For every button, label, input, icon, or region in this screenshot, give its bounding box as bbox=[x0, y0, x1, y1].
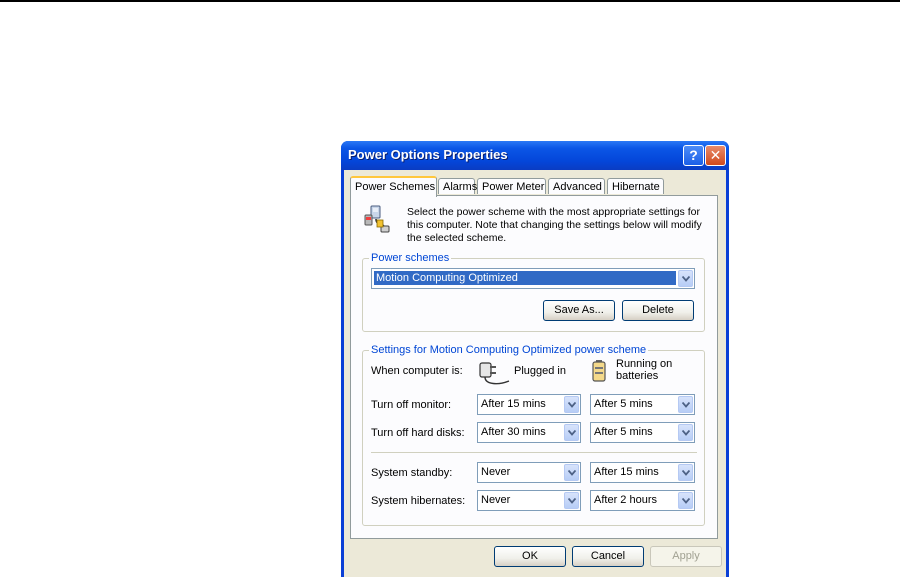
battery-icon bbox=[592, 360, 606, 382]
chevron-down-icon[interactable] bbox=[678, 396, 693, 413]
help-button[interactable]: ? bbox=[683, 145, 704, 166]
chevron-down-icon[interactable] bbox=[678, 464, 693, 481]
hard-disks-battery-select[interactable]: After 5 mins bbox=[590, 422, 695, 443]
cancel-button[interactable]: Cancel bbox=[572, 546, 644, 567]
chevron-down-icon[interactable] bbox=[678, 270, 693, 287]
power-schemes-group: Power schemes Motion Computing Optimized… bbox=[362, 252, 705, 332]
monitor-battery-select[interactable]: After 5 mins bbox=[590, 394, 695, 415]
turn-off-hard-disks-label: Turn off hard disks: bbox=[371, 427, 465, 439]
monitor-battery-value: After 5 mins bbox=[594, 398, 653, 410]
intro-description: Select the power scheme with the most ap… bbox=[407, 206, 702, 244]
standby-battery-value: After 15 mins bbox=[594, 466, 659, 478]
hard-disks-battery-value: After 5 mins bbox=[594, 426, 653, 438]
chevron-down-icon[interactable] bbox=[564, 492, 579, 509]
dialog-client-area: Power Schemes Alarms Power Meter Advance… bbox=[344, 170, 726, 577]
hibernate-plugged-select[interactable]: Never bbox=[477, 490, 581, 511]
plugged-in-label: Plugged in bbox=[514, 365, 566, 377]
hibernate-plugged-value: Never bbox=[481, 494, 511, 506]
tab-advanced[interactable]: Advanced bbox=[548, 178, 605, 194]
power-schemes-group-label: Power schemes bbox=[369, 252, 452, 264]
turn-off-monitor-label: Turn off monitor: bbox=[371, 399, 452, 411]
chevron-down-icon[interactable] bbox=[564, 396, 579, 413]
hard-disks-plugged-value: After 30 mins bbox=[481, 426, 546, 438]
window-title: Power Options Properties bbox=[348, 147, 508, 162]
scheme-settings-group: Settings for Motion Computing Optimized … bbox=[362, 344, 705, 526]
power-scheme-icon bbox=[364, 205, 390, 233]
system-standby-label: System standby: bbox=[371, 467, 453, 479]
save-as-button[interactable]: Save As... bbox=[543, 300, 615, 321]
tab-power-schemes[interactable]: Power Schemes bbox=[350, 176, 437, 197]
monitor-plugged-value: After 15 mins bbox=[481, 398, 546, 410]
batteries-label-line2: batteries bbox=[616, 370, 659, 382]
chevron-down-icon[interactable] bbox=[564, 424, 579, 441]
tab-power-meter[interactable]: Power Meter bbox=[477, 178, 546, 194]
title-bar[interactable]: Power Options Properties ? ✕ bbox=[341, 141, 729, 170]
standby-plugged-value: Never bbox=[481, 466, 511, 478]
ok-button[interactable]: OK bbox=[494, 546, 566, 567]
tab-hibernate[interactable]: Hibernate bbox=[607, 178, 664, 194]
standby-battery-select[interactable]: After 15 mins bbox=[590, 462, 695, 483]
system-hibernates-label: System hibernates: bbox=[371, 495, 466, 507]
chevron-down-icon[interactable] bbox=[564, 464, 579, 481]
chevron-down-icon[interactable] bbox=[678, 492, 693, 509]
power-plug-icon bbox=[479, 362, 510, 385]
monitor-plugged-select[interactable]: After 15 mins bbox=[477, 394, 581, 415]
running-on-batteries-label: Running on batteries bbox=[616, 358, 672, 382]
apply-button[interactable]: Apply bbox=[650, 546, 722, 567]
tab-alarms[interactable]: Alarms bbox=[438, 178, 477, 194]
batteries-label-line1: Running on bbox=[616, 358, 673, 370]
close-button[interactable]: ✕ bbox=[705, 145, 726, 166]
when-computer-is-label: When computer is: bbox=[371, 365, 463, 377]
standby-plugged-select[interactable]: Never bbox=[477, 462, 581, 483]
page-top-rule bbox=[0, 0, 900, 2]
power-scheme-value: Motion Computing Optimized bbox=[374, 271, 676, 285]
scheme-settings-group-label: Settings for Motion Computing Optimized … bbox=[369, 344, 649, 356]
hibernate-battery-select[interactable]: After 2 hours bbox=[590, 490, 695, 511]
hard-disks-plugged-select[interactable]: After 30 mins bbox=[477, 422, 581, 443]
delete-button[interactable]: Delete bbox=[622, 300, 694, 321]
power-options-window: Power Options Properties ? ✕ Power Schem… bbox=[341, 141, 729, 577]
hibernate-battery-value: After 2 hours bbox=[594, 494, 657, 506]
power-scheme-select[interactable]: Motion Computing Optimized bbox=[371, 268, 695, 289]
power-schemes-panel: Select the power scheme with the most ap… bbox=[350, 195, 718, 539]
chevron-down-icon[interactable] bbox=[678, 424, 693, 441]
settings-divider bbox=[371, 452, 697, 453]
